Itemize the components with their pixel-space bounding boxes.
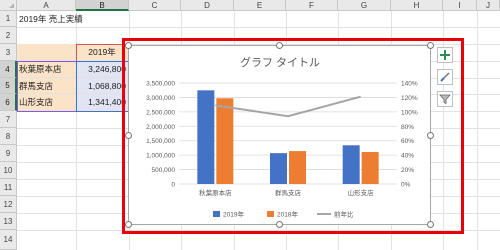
cell-a6[interactable]: 山形支店: [17, 94, 76, 111]
y-tick-label: 2,500,000: [146, 109, 175, 116]
x-tick-label: 秋葉原本店: [199, 188, 232, 197]
chart-styles-button[interactable]: [437, 69, 453, 85]
y2-tick-label: 100%: [401, 109, 418, 116]
y-tick-label: 3,500,000: [146, 81, 175, 88]
line-前年比: [215, 95, 361, 118]
resize-handle-bottom-left[interactable]: [125, 221, 132, 228]
cell-b3[interactable]: 2019年: [76, 44, 129, 61]
brush-icon: [440, 72, 450, 82]
y2-tick-label: 40%: [401, 153, 414, 160]
y2-tick-label: 0%: [401, 182, 411, 189]
chart-title: グラフ タイトル: [240, 55, 320, 69]
y-tick-label: 3,000,000: [146, 95, 175, 102]
chart-elements-button[interactable]: [437, 47, 453, 63]
cell-b4[interactable]: 3,246,800: [76, 61, 129, 78]
resize-handle-bottom-right[interactable]: [427, 221, 434, 228]
bar-2018年: [361, 151, 379, 184]
resize-handle-top-middle[interactable]: [276, 42, 283, 49]
resize-handle-middle-right[interactable]: [427, 132, 434, 139]
y-tick-label: 1,500,000: [146, 138, 175, 145]
plus-icon: [440, 50, 450, 60]
resize-handle-top-left[interactable]: [125, 42, 132, 49]
chart-area[interactable]: グラフ タイトル 3,500,000 3,000,000 2,500,000 2,000…: [128, 45, 431, 225]
bar-2019年: [342, 145, 360, 184]
cell-a4[interactable]: 秋葉原本店: [17, 61, 76, 78]
resize-handle-middle-left[interactable]: [125, 132, 132, 139]
y2-tick-label: 60%: [401, 138, 414, 145]
x-tick-label: 山形支店: [348, 188, 375, 197]
resize-handle-bottom-middle[interactable]: [276, 221, 283, 228]
bar-2018年: [216, 98, 234, 184]
y2-tick-label: 20%: [401, 167, 414, 174]
bar-2019年: [270, 153, 287, 184]
y2-tick-label: 120%: [401, 95, 418, 102]
x-tick-label: 群馬支店: [275, 188, 302, 197]
bar-2019年: [197, 90, 215, 184]
cell-a5[interactable]: 群馬支店: [17, 78, 76, 94]
filter-icon: [439, 94, 451, 105]
bar-2018年: [289, 151, 306, 184]
y2-tick-label: 140%: [401, 81, 418, 88]
legend-label: 前年比: [334, 210, 354, 219]
y-tick-label: 2,000,000: [146, 124, 175, 131]
legend-swatch: [267, 211, 274, 217]
cell-b5[interactable]: 1,068,800: [76, 78, 129, 94]
legend-swatch: [213, 211, 220, 217]
cell-a3[interactable]: [17, 44, 76, 61]
cell-a1[interactable]: 2019年 売上実績: [17, 11, 129, 27]
resize-handle-top-right[interactable]: [427, 42, 434, 49]
combo-chart: グラフ タイトル 3,500,000 3,000,000 2,500,000 2,000…: [146, 55, 418, 219]
cell-b6[interactable]: 1,341,400: [76, 94, 129, 111]
y-tick-label: 1,000,000: [146, 153, 175, 160]
legend-label: 2019年: [223, 210, 244, 219]
legend-label: 2018年: [277, 210, 298, 219]
y-tick-label: 0: [171, 182, 175, 189]
y-tick-label: 500,000: [152, 167, 176, 174]
chart-filters-button[interactable]: [437, 91, 453, 107]
y2-tick-label: 80%: [401, 124, 414, 131]
